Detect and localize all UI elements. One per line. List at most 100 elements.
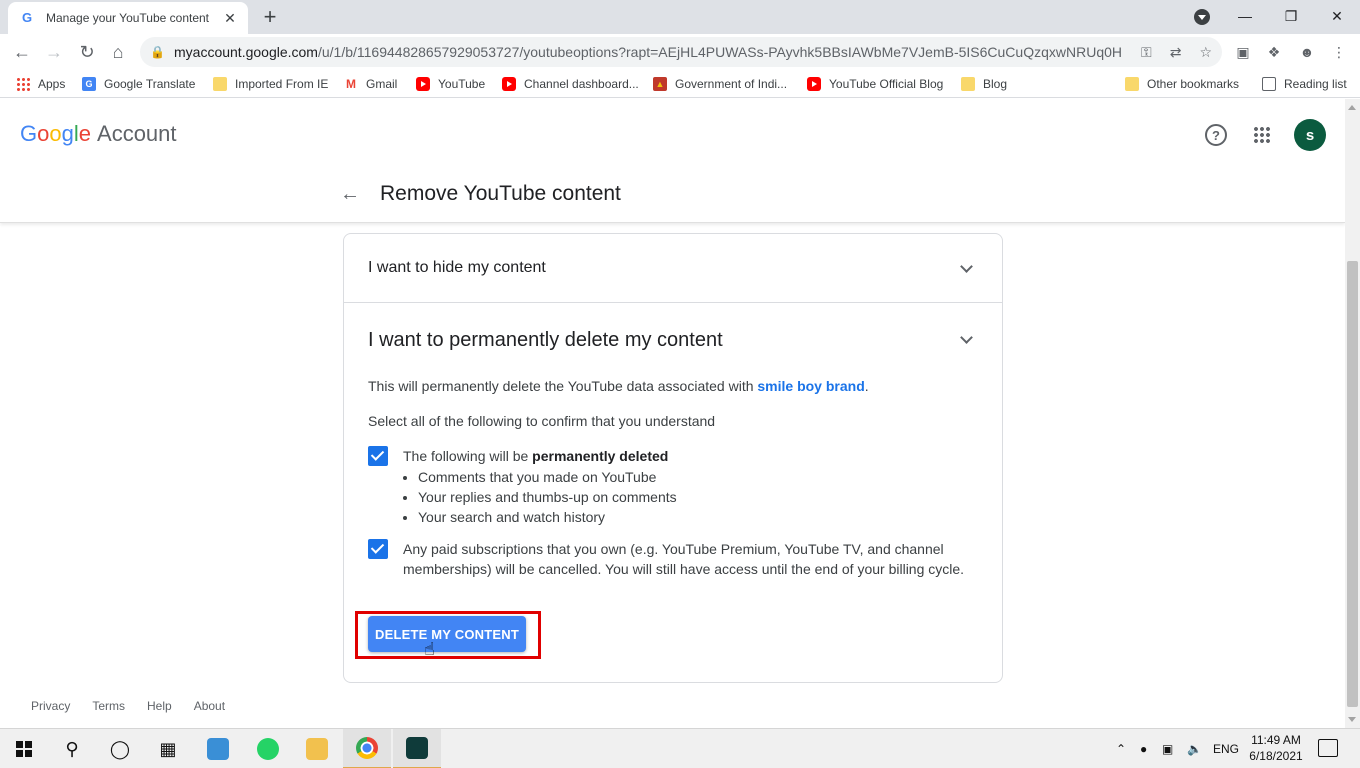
- app-tile-icon: [406, 737, 428, 759]
- desc-suffix: .: [864, 378, 869, 394]
- browser-toolbar: ← → ↻ ⌂ 🔒 myaccount.google.com/u/1/b/116…: [0, 34, 1360, 70]
- key-icon[interactable]: ⚿: [1141, 44, 1152, 61]
- back-arrow-icon[interactable]: ←: [340, 183, 360, 206]
- scroll-down-icon[interactable]: [1348, 717, 1356, 722]
- minimize-button[interactable]: —: [1222, 0, 1268, 32]
- list-item: Comments that you made on YouTube: [418, 467, 677, 487]
- youtube-icon: [807, 77, 821, 91]
- bookmark-label: Google Translate: [104, 77, 196, 91]
- notification-center-icon[interactable]: [1318, 739, 1338, 757]
- puzzle-extensions-icon[interactable]: ❖: [1264, 42, 1284, 62]
- close-window-button[interactable]: ✕: [1314, 0, 1360, 32]
- task-view-icon[interactable]: ▦: [144, 729, 192, 768]
- list-item: Your replies and thumbs-up on comments: [418, 487, 677, 507]
- gmail-icon: M: [346, 77, 356, 91]
- control-panel-icon[interactable]: [194, 729, 242, 768]
- google-favicon-icon: G: [22, 10, 33, 25]
- bookmarks-bar: Apps G Google Translate Imported From IE …: [0, 70, 1360, 98]
- windows-taskbar: ⚲ ◯ ▦ ⌃ ● ▣ 🔈 ENG 11:49 AM 6/18/2021: [0, 728, 1360, 768]
- url-path: /u/1/b/116944828657929053727/youtubeopti…: [317, 44, 1124, 60]
- forward-button[interactable]: →: [42, 40, 66, 64]
- chevron-down-icon: [960, 260, 973, 273]
- footer-link-help[interactable]: Help: [147, 699, 172, 713]
- chrome-taskbar-icon[interactable]: [343, 729, 391, 768]
- footer-link-privacy[interactable]: Privacy: [31, 699, 70, 713]
- desc-prefix: This will permanently delete the YouTube…: [368, 378, 758, 394]
- bookmark-star-icon[interactable]: ☆: [1199, 44, 1212, 61]
- logo-letter: G: [20, 121, 38, 146]
- avatar[interactable]: s: [1294, 119, 1326, 151]
- page-scrollbar[interactable]: [1345, 99, 1360, 728]
- translate-icon: G: [82, 77, 96, 91]
- delete-my-content-button[interactable]: DELETE MY CONTENT: [368, 616, 526, 652]
- google-account-header: Google Account ? s ← Remove YouTube cont…: [0, 99, 1345, 223]
- new-tab-button[interactable]: +: [258, 5, 282, 29]
- translate-icon[interactable]: ⇄: [1170, 44, 1182, 61]
- tab-close-icon[interactable]: ✕: [222, 10, 238, 27]
- bookmark-imported-from-ie[interactable]: Imported From IE: [213, 75, 328, 93]
- app-tile-icon: [257, 738, 279, 760]
- bookmark-label: Blog: [983, 77, 1008, 91]
- google-account-logo[interactable]: Google Account: [20, 121, 177, 147]
- scroll-thumb[interactable]: [1347, 261, 1358, 707]
- whatsapp-icon[interactable]: [244, 729, 292, 768]
- chevron-down-icon[interactable]: [960, 331, 973, 344]
- profile-icon[interactable]: ☻: [1297, 42, 1317, 62]
- footer-link-about[interactable]: About: [194, 699, 225, 713]
- language-indicator[interactable]: ENG: [1213, 729, 1239, 768]
- bookmark-blog[interactable]: Blog: [961, 75, 1007, 93]
- back-button[interactable]: ←: [10, 40, 34, 64]
- bookmark-apps[interactable]: Apps: [16, 75, 65, 93]
- hide-content-section[interactable]: I want to hide my content: [344, 234, 1002, 303]
- bookmark-label: YouTube Official Blog: [829, 77, 944, 91]
- tab-title: Manage your YouTube content: [46, 11, 210, 25]
- taskbar-clock[interactable]: 11:49 AM 6/18/2021: [1248, 732, 1304, 764]
- reload-button[interactable]: ↻: [75, 40, 99, 64]
- browser-tab-active[interactable]: G Manage your YouTube content ✕: [8, 2, 248, 34]
- filmora-taskbar-icon[interactable]: [393, 729, 441, 768]
- google-apps-grid-icon[interactable]: [1253, 126, 1271, 144]
- bookmark-channel-dashboard[interactable]: Channel dashboard...: [502, 75, 639, 93]
- reading-list-icon: [1262, 77, 1276, 91]
- bookmark-reading-list[interactable]: Reading list: [1262, 75, 1347, 93]
- bookmark-gmail[interactable]: M Gmail: [344, 75, 397, 93]
- address-bar[interactable]: 🔒 myaccount.google.com/u/1/b/11694482865…: [140, 37, 1222, 67]
- footer-link-terms[interactable]: Terms: [92, 699, 125, 713]
- tab-search-icon[interactable]: [1194, 9, 1210, 25]
- bookmark-government-of-india[interactable]: ▲ Government of Indi...: [653, 75, 787, 93]
- url-text[interactable]: myaccount.google.com/u/1/b/1169448286579…: [174, 44, 1123, 60]
- show-hidden-icons[interactable]: ⌃: [1116, 729, 1126, 768]
- lock-icon[interactable]: 🔒: [150, 45, 165, 59]
- hide-content-label: I want to hide my content: [368, 259, 546, 276]
- home-button[interactable]: ⌂: [106, 40, 130, 64]
- bookmark-label: Other bookmarks: [1147, 77, 1240, 91]
- bookmark-youtube-official-blog[interactable]: YouTube Official Blog: [807, 75, 943, 93]
- cortana-icon[interactable]: ◯: [96, 729, 144, 768]
- help-icon[interactable]: ?: [1205, 124, 1227, 146]
- checkbox-subscriptions-cancelled[interactable]: [368, 539, 388, 559]
- bookmark-google-translate[interactable]: G Google Translate: [82, 75, 195, 93]
- folder-icon: [1125, 77, 1139, 91]
- volume-icon[interactable]: 🔈: [1187, 729, 1202, 768]
- chrome-icon: [356, 737, 378, 759]
- start-button[interactable]: [0, 729, 48, 768]
- bookmark-label: Channel dashboard...: [524, 77, 639, 91]
- delete-content-label[interactable]: I want to permanently delete my content: [368, 329, 723, 352]
- bookmark-label: Gmail: [366, 77, 398, 91]
- bookmark-other-bookmarks[interactable]: Other bookmarks: [1125, 75, 1239, 93]
- microphone-icon[interactable]: ●: [1140, 729, 1147, 768]
- browser-tabstrip: G Manage your YouTube content ✕ + — ❐ ✕: [0, 0, 1360, 34]
- extension-icon[interactable]: ▣: [1233, 42, 1253, 62]
- bookmark-label: Apps: [38, 77, 66, 91]
- restore-button[interactable]: ❐: [1268, 0, 1314, 32]
- confirm-instruction: Select all of the following to confirm t…: [368, 413, 716, 429]
- checkbox-permanently-deleted[interactable]: [368, 446, 388, 466]
- search-icon[interactable]: ⚲: [48, 729, 96, 768]
- scroll-up-icon[interactable]: [1348, 105, 1356, 110]
- menu-kebab-icon[interactable]: ⋮: [1329, 42, 1349, 62]
- network-icon[interactable]: ▣: [1162, 729, 1173, 768]
- logo-letter: o: [37, 121, 50, 146]
- file-explorer-icon[interactable]: [293, 729, 341, 768]
- youtube-icon: [502, 77, 516, 91]
- bookmark-youtube[interactable]: YouTube: [416, 75, 485, 93]
